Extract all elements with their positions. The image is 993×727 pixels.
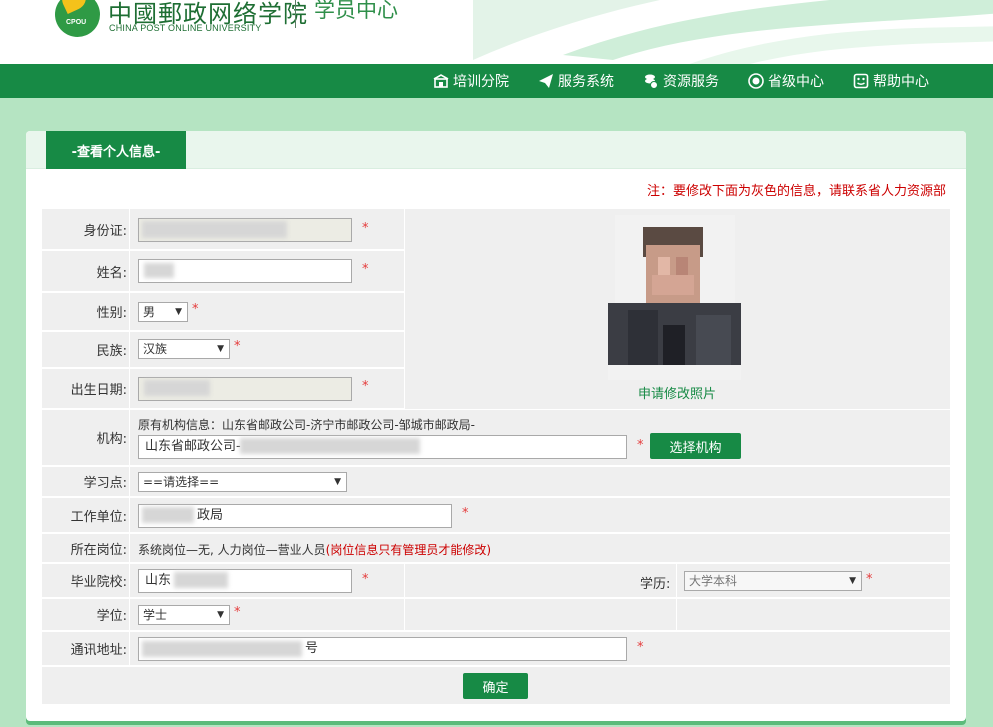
building-icon xyxy=(433,74,449,88)
education-select[interactable]: 大学本科 ▼ xyxy=(684,571,862,591)
nav-label: 帮助中心 xyxy=(873,74,929,90)
name-label: 姓名: xyxy=(42,251,130,291)
chevron-down-icon: ▼ xyxy=(175,307,182,317)
study-point-label: 学习点: xyxy=(42,467,130,496)
gender-label: 性别: xyxy=(42,293,130,330)
education-label: 学历: xyxy=(640,577,671,592)
ethnicity-label: 民族: xyxy=(42,332,130,367)
required-mark: * xyxy=(462,506,469,521)
panel-header: -查看个人信息- xyxy=(26,131,966,169)
site-header: CPOU 中國郵政网络学院 CHINA POST ONLINE UNIVERSI… xyxy=(0,0,993,64)
redacted-block xyxy=(142,641,302,657)
redacted-block xyxy=(144,380,210,396)
ethnicity-value: 汉族 xyxy=(143,342,168,356)
degree-select[interactable]: 学士 ▼ xyxy=(138,605,230,625)
org-original-info: 原有机构信息：山东省邮政公司-济宁市邮政公司-邹城市邮政局- xyxy=(138,418,475,432)
row-separator xyxy=(404,599,405,630)
edit-notice: 注：要修改下面为灰色的信息，请联系省人力资源部 xyxy=(646,184,946,199)
chevron-down-icon: ▼ xyxy=(849,576,856,586)
redacted-block xyxy=(142,221,287,238)
coins-icon xyxy=(645,74,658,89)
birth-date-label: 出生日期: xyxy=(42,369,130,408)
gender-value: 男 xyxy=(143,305,156,319)
education-value: 大学本科 xyxy=(689,574,738,588)
smiley-box-icon xyxy=(853,73,869,89)
site-title: 学员中心 xyxy=(314,0,398,22)
profile-photo xyxy=(608,215,741,380)
header-swoosh-decoration xyxy=(473,0,993,64)
position-note: (岗位信息只有管理员才能修改) xyxy=(325,543,492,557)
nav-label: 资源服务 xyxy=(663,74,719,90)
row-separator xyxy=(676,599,677,630)
header-divider xyxy=(295,0,296,28)
required-mark: * xyxy=(192,302,199,317)
id-card-label: 身份证: xyxy=(42,209,130,249)
request-photo-change-link[interactable]: 申请修改照片 xyxy=(638,383,716,402)
required-mark: * xyxy=(362,379,369,394)
required-mark: * xyxy=(866,572,873,587)
position-label: 所在岗位: xyxy=(42,534,130,562)
redacted-block xyxy=(240,438,420,454)
select-org-button[interactable]: 选择机构 xyxy=(650,433,741,459)
position-info: 系统岗位—无, 人力岗位—营业人员(岗位信息只有管理员才能修改) xyxy=(138,541,491,558)
required-mark: * xyxy=(362,221,369,236)
submit-button[interactable]: 确定 xyxy=(463,673,528,699)
nav-item-resources[interactable]: 资源服务 xyxy=(643,64,719,98)
nav-item-service[interactable]: 服务系统 xyxy=(538,64,614,98)
position-value: 系统岗位—无, 人力岗位—营业人员 xyxy=(138,543,326,557)
row-separator xyxy=(404,564,405,597)
row-separator xyxy=(676,564,677,597)
redacted-block xyxy=(144,263,174,278)
nav-item-help[interactable]: 帮助中心 xyxy=(853,64,929,98)
nav-label: 省级中心 xyxy=(768,74,824,90)
required-mark: * xyxy=(637,438,644,453)
main-nav: 培训分院 服务系统 资源服务 省级中心 帮助中心 xyxy=(0,64,993,98)
address-label: 通讯地址: xyxy=(42,632,130,665)
study-point-select[interactable]: ==请选择== ▼ xyxy=(138,472,347,492)
study-point-value: ==请选择== xyxy=(143,475,220,489)
chevron-down-icon: ▼ xyxy=(217,344,224,354)
school-label: 毕业院校: xyxy=(42,564,130,597)
school-field[interactable]: 山东 xyxy=(138,569,352,593)
required-mark: * xyxy=(362,572,369,587)
paper-plane-icon xyxy=(539,74,553,88)
org-subtitle: CHINA POST ONLINE UNIVERSITY xyxy=(109,23,262,33)
nav-label: 服务系统 xyxy=(558,74,614,90)
org-label: 机构: xyxy=(42,410,130,465)
target-icon xyxy=(748,73,764,89)
required-mark: * xyxy=(234,605,241,620)
gender-select[interactable]: 男 ▼ xyxy=(138,302,188,322)
degree-value: 学士 xyxy=(143,608,168,622)
redacted-block xyxy=(142,507,194,523)
redacted-block xyxy=(174,572,228,588)
nav-label: 培训分院 xyxy=(453,74,509,90)
nav-item-province[interactable]: 省级中心 xyxy=(748,64,824,98)
required-mark: * xyxy=(362,262,369,277)
logo-text: CPOU xyxy=(66,19,87,26)
required-mark: * xyxy=(637,640,644,655)
ethnicity-select[interactable]: 汉族 ▼ xyxy=(138,339,230,359)
tab-view-profile[interactable]: -查看个人信息- xyxy=(46,131,186,169)
chevron-down-icon: ▼ xyxy=(334,477,341,487)
degree-label: 学位: xyxy=(42,599,130,630)
nav-item-training[interactable]: 培训分院 xyxy=(433,64,509,98)
work-unit-label: 工作单位: xyxy=(42,498,130,532)
required-mark: * xyxy=(234,339,241,354)
chevron-down-icon: ▼ xyxy=(217,610,224,620)
